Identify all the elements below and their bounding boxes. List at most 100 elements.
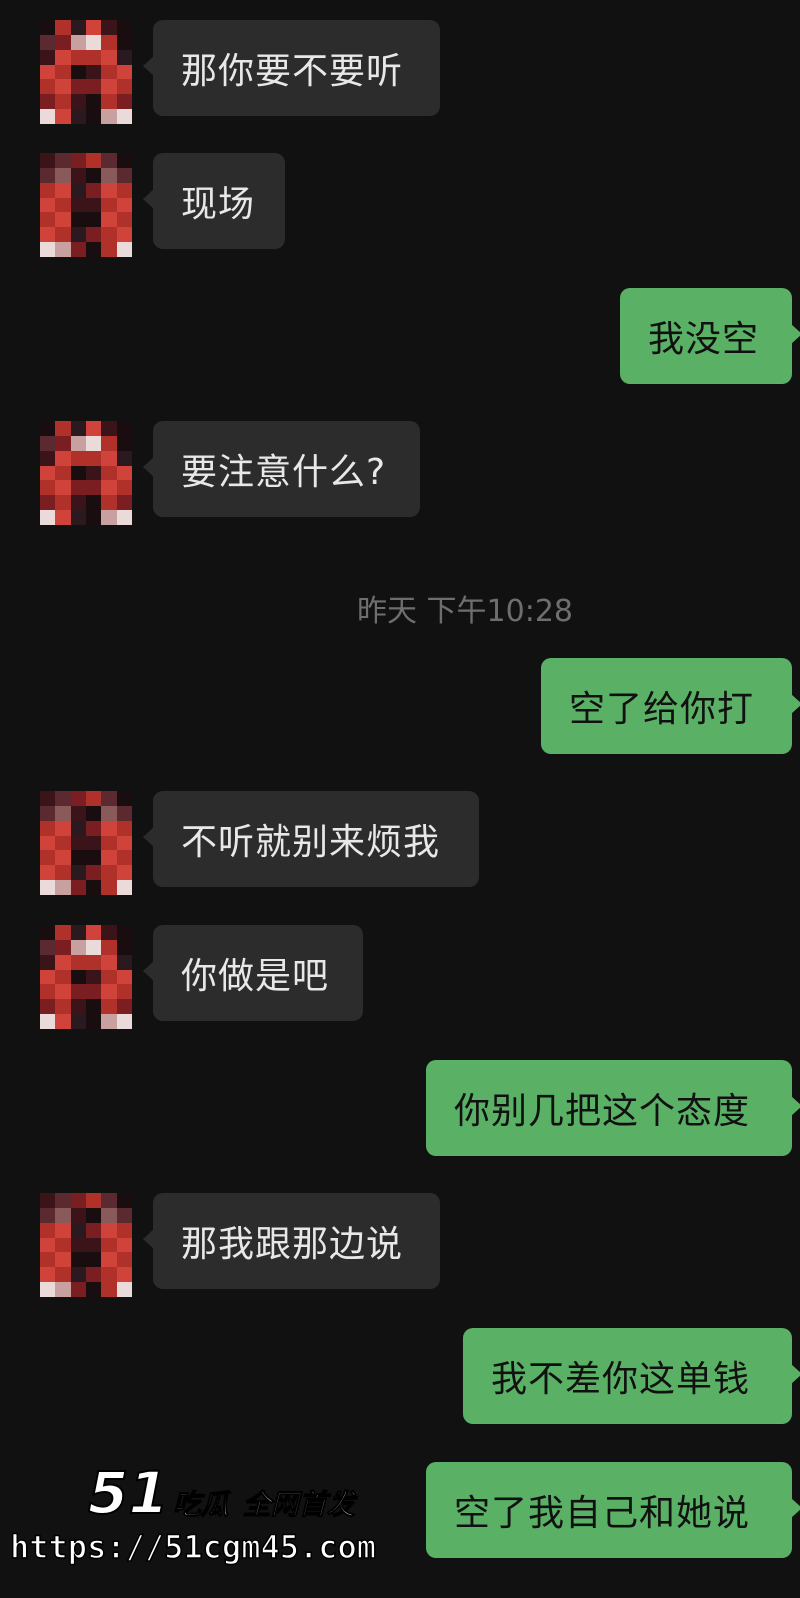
message-text: 我不差你这单钱 <box>491 1359 751 1400</box>
avatar-pixel <box>70 1237 86 1253</box>
avatar-pixel <box>40 94 56 110</box>
avatar-pixel <box>55 197 71 213</box>
avatar-pixel <box>85 999 102 1015</box>
avatar-pixel <box>70 835 86 851</box>
avatar-pixel <box>70 1207 86 1223</box>
avatar-pixel <box>85 435 102 451</box>
avatar-pixel <box>70 820 86 836</box>
avatar-pixel <box>40 954 56 970</box>
avatar-pixel <box>55 34 71 50</box>
avatar-pixel <box>101 64 117 80</box>
avatar-pixel <box>101 1222 117 1238</box>
message-text: 空了我自己和她说 <box>454 1493 751 1534</box>
avatar-pixel <box>40 1222 56 1238</box>
avatar-pixel <box>70 495 86 511</box>
contact-avatar[interactable] <box>40 791 132 895</box>
message-bubble-incoming[interactable]: 要注意什么? <box>143 421 420 517</box>
avatar-pixel <box>55 805 71 821</box>
avatar-pixel <box>116 182 132 198</box>
avatar-pixel <box>116 850 132 866</box>
avatar-pixel <box>55 64 71 80</box>
avatar-pixel <box>40 167 56 183</box>
avatar-pixel <box>85 925 102 940</box>
avatar-pixel <box>116 421 132 436</box>
avatar-pixel <box>55 954 71 970</box>
message-bubble-outgoing[interactable]: 我没空 <box>620 288 800 384</box>
message-bubble-incoming[interactable]: 现场 <box>143 153 285 249</box>
avatar-pixel <box>116 64 132 80</box>
avatar-pixel <box>40 820 56 836</box>
avatar-pixel <box>55 20 71 35</box>
chat-area[interactable]: 那你要不要听 现场 我没空 要注意什么? 昨天 下午10:28 空了给你打 不听… <box>0 0 800 1598</box>
message-bubble-outgoing[interactable]: 你别几把这个态度 <box>426 1060 800 1156</box>
avatar-pixel <box>116 1267 132 1283</box>
contact-avatar[interactable] <box>40 1193 132 1297</box>
avatar-pixel <box>85 984 102 1000</box>
avatar-pixel <box>85 510 102 525</box>
message-bubble-incoming[interactable]: 那我跟那边说 <box>143 1193 440 1289</box>
avatar-pixel <box>70 939 86 955</box>
avatar-pixel <box>85 212 102 228</box>
message-text: 现场 <box>181 184 256 225</box>
avatar-pixel <box>55 1193 71 1208</box>
avatar-pixel <box>85 820 102 836</box>
avatar-pixel <box>40 850 56 866</box>
avatar-pixel <box>55 1222 71 1238</box>
avatar-pixel <box>101 939 117 955</box>
avatar-pixel <box>116 197 132 213</box>
contact-avatar[interactable] <box>40 925 132 1029</box>
avatar-pixel <box>85 1222 102 1238</box>
avatar-pixel <box>116 1222 132 1238</box>
avatar-pixel <box>85 805 102 821</box>
message-bubble-outgoing[interactable]: 空了我自己和她说 <box>426 1462 800 1558</box>
message-bubble-outgoing[interactable]: 空了给你打 <box>541 658 800 754</box>
message-bubble-incoming[interactable]: 你做是吧 <box>143 925 363 1021</box>
avatar-pixel <box>101 510 117 525</box>
avatar-pixel <box>40 510 56 525</box>
avatar-pixel <box>116 984 132 1000</box>
avatar-pixel <box>55 1237 71 1253</box>
avatar-pixel <box>70 1014 86 1029</box>
message-bubble-incoming[interactable]: 不听就别来烦我 <box>143 791 479 887</box>
avatar-pixel <box>55 880 71 895</box>
avatar-pixel <box>70 1222 86 1238</box>
avatar-pixel <box>40 34 56 50</box>
avatar-pixel <box>116 49 132 65</box>
avatar-pixel <box>55 1282 71 1297</box>
avatar-pixel <box>55 984 71 1000</box>
avatar-pixel <box>116 865 132 881</box>
avatar-pixel <box>55 480 71 496</box>
avatar-pixel <box>101 954 117 970</box>
avatar-pixel <box>101 1237 117 1253</box>
contact-avatar[interactable] <box>40 20 132 124</box>
avatar-pixel <box>55 1207 71 1223</box>
avatar-pixel <box>85 1252 102 1268</box>
avatar-pixel <box>70 510 86 525</box>
avatar-pixel <box>40 20 56 35</box>
avatar-pixel <box>55 94 71 110</box>
avatar-pixel <box>85 242 102 257</box>
avatar-pixel <box>116 495 132 511</box>
avatar-pixel <box>85 850 102 866</box>
avatar-pixel <box>40 835 56 851</box>
message-text: 不听就别来烦我 <box>181 822 441 863</box>
avatar-pixel <box>70 212 86 228</box>
avatar-pixel <box>116 20 132 35</box>
message-bubble-outgoing[interactable]: 我不差你这单钱 <box>463 1328 800 1424</box>
avatar-pixel <box>85 20 102 35</box>
avatar-pixel <box>101 1267 117 1283</box>
avatar-pixel <box>40 1282 56 1297</box>
contact-avatar[interactable] <box>40 153 132 257</box>
avatar-pixel <box>116 1252 132 1268</box>
avatar-pixel <box>85 167 102 183</box>
avatar-pixel <box>70 109 86 124</box>
contact-avatar[interactable] <box>40 421 132 525</box>
avatar-pixel <box>40 49 56 65</box>
avatar-pixel <box>116 969 132 985</box>
message-bubble-incoming[interactable]: 那你要不要听 <box>143 20 440 116</box>
avatar-pixel <box>116 880 132 895</box>
avatar-pixel <box>55 167 71 183</box>
avatar-pixel <box>70 1282 86 1297</box>
watermark-logo: 51 吃瓜 全网首发 <box>87 1458 355 1523</box>
avatar-pixel <box>40 805 56 821</box>
